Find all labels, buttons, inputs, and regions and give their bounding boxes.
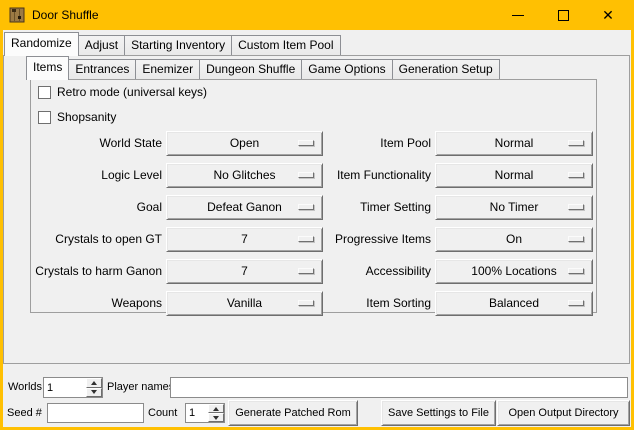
maximize-button[interactable]: [548, 0, 578, 30]
checkbox-icon[interactable]: [38, 86, 51, 99]
item-pool-dropdown[interactable]: Normal: [435, 131, 593, 156]
worlds-spinbox[interactable]: [43, 377, 103, 398]
main-tab-bar: RandomizeAdjustStarting InventoryCustom …: [4, 32, 340, 56]
tab-game-options[interactable]: Game Options: [301, 59, 392, 79]
tab-items[interactable]: Items: [26, 56, 69, 80]
crystals-open-gt-label: Crystals to open GT: [23, 227, 162, 252]
item-sorting-dropdown[interactable]: Balanced: [435, 291, 593, 316]
worlds-input[interactable]: [44, 378, 86, 397]
count-input[interactable]: [186, 404, 208, 422]
tab-starting-inventory[interactable]: Starting Inventory: [124, 35, 232, 55]
count-spinbox[interactable]: [185, 403, 225, 423]
spin-up-icon: [213, 407, 219, 411]
title-bar: Door Shuffle ✕: [0, 0, 634, 30]
open-output-directory-button[interactable]: Open Output Directory: [497, 400, 630, 426]
accessibility-label: Accessibility: [293, 259, 431, 284]
dropdown-indicator-icon: [568, 140, 584, 146]
item-pool-label: Item Pool: [293, 131, 431, 156]
retro-mode-label: Retro mode (universal keys): [57, 85, 207, 99]
tab-entrances[interactable]: Entrances: [68, 59, 136, 79]
accessibility-dropdown[interactable]: 100% Locations: [435, 259, 593, 284]
client-area: RandomizeAdjustStarting InventoryCustom …: [3, 30, 631, 427]
door-icon: [9, 7, 25, 23]
app-window: Door Shuffle ✕ RandomizeAdjustStarting I…: [0, 0, 634, 430]
shopsanity-checkbox[interactable]: Shopsanity: [38, 110, 116, 124]
spin-down-icon: [91, 390, 97, 394]
worlds-spin-up-button[interactable]: [86, 378, 102, 388]
close-button[interactable]: ✕: [593, 0, 623, 30]
item-sorting-label: Item Sorting: [293, 291, 431, 316]
item-functionality-dropdown[interactable]: Normal: [435, 163, 593, 188]
dropdown-indicator-icon: [568, 300, 584, 306]
open-button-label: Open Output Directory: [508, 407, 618, 419]
checkbox-icon[interactable]: [38, 111, 51, 124]
shopsanity-label: Shopsanity: [57, 110, 116, 124]
player-names-label: Player names: [107, 377, 174, 398]
count-spin-buttons: [208, 404, 224, 422]
generate-button-label: Generate Patched Rom: [235, 407, 351, 419]
timer-setting-dropdown[interactable]: No Timer: [435, 195, 593, 220]
count-spin-up-button[interactable]: [208, 404, 224, 413]
weapons-label: Weapons: [23, 291, 162, 316]
close-icon: ✕: [602, 8, 614, 22]
logic-level-label: Logic Level: [23, 163, 162, 188]
tab-randomize[interactable]: Randomize: [4, 32, 79, 56]
tab-adjust[interactable]: Adjust: [78, 35, 125, 55]
tab-generation-setup[interactable]: Generation Setup: [392, 59, 500, 79]
maximize-icon: [558, 10, 569, 21]
save-button-label: Save Settings to File: [388, 407, 489, 419]
minimize-icon: [512, 15, 524, 16]
dropdown-indicator-icon: [568, 204, 584, 210]
tab-custom-item-pool[interactable]: Custom Item Pool: [231, 35, 340, 55]
save-settings-button[interactable]: Save Settings to File: [381, 400, 496, 426]
sub-tab-bar: ItemsEntrancesEnemizerDungeon ShuffleGam…: [26, 56, 499, 80]
minimize-button[interactable]: [503, 0, 533, 30]
tab-dungeon-shuffle[interactable]: Dungeon Shuffle: [199, 59, 302, 79]
count-label: Count: [148, 403, 177, 423]
dropdown-indicator-icon: [568, 268, 584, 274]
generate-patched-rom-button[interactable]: Generate Patched Rom: [228, 400, 358, 426]
goal-label: Goal: [23, 195, 162, 220]
retro-mode-checkbox[interactable]: Retro mode (universal keys): [38, 85, 207, 99]
player-names-input[interactable]: [170, 377, 628, 398]
crystals-harm-ganon-label: Crystals to harm Ganon: [23, 259, 162, 284]
tab-enemizer[interactable]: Enemizer: [135, 59, 200, 79]
worlds-spin-buttons: [86, 378, 102, 397]
worlds-spin-down-button[interactable]: [86, 388, 102, 398]
worlds-label: Worlds: [8, 377, 42, 398]
seed-label: Seed #: [7, 403, 42, 423]
item-functionality-label: Item Functionality: [293, 163, 431, 188]
spin-up-icon: [91, 381, 97, 385]
spin-down-icon: [213, 416, 219, 420]
progressive-items-dropdown[interactable]: On: [435, 227, 593, 252]
seed-input[interactable]: [47, 403, 144, 423]
timer-setting-label: Timer Setting: [293, 195, 431, 220]
dropdown-indicator-icon: [568, 172, 584, 178]
world-state-label: World State: [23, 131, 162, 156]
dropdown-indicator-icon: [568, 236, 584, 242]
window-title: Door Shuffle: [32, 0, 99, 30]
count-spin-down-button[interactable]: [208, 413, 224, 422]
progressive-items-label: Progressive Items: [293, 227, 431, 252]
